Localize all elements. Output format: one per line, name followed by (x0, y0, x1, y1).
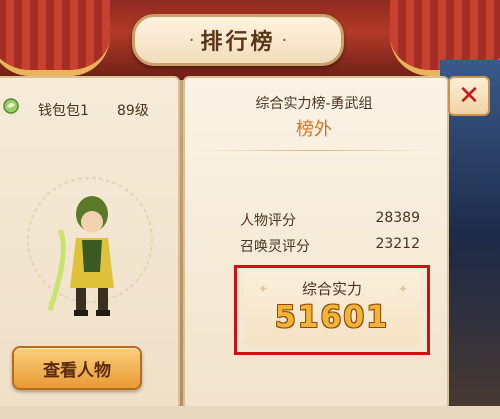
stat-label-character: 人物评分 (240, 213, 296, 229)
left-curtain-decoration (0, 0, 110, 76)
character-avatar[interactable] (20, 160, 160, 340)
stat-value-character: 28389 (375, 210, 420, 226)
leaf-pet-icon (3, 98, 19, 114)
bottom-list-strip (0, 406, 500, 419)
ranking-divider (200, 150, 428, 151)
player-level: 89级 (117, 103, 149, 119)
page-title-char-1: 排 (200, 30, 226, 55)
ranking-board-title: 综合实力榜-勇武组 (255, 96, 373, 112)
page-title-char-2: 行 (225, 30, 251, 55)
title-dot-right: · (281, 29, 288, 51)
total-power-highlight (234, 265, 430, 355)
page-title-char-3: 榜 (250, 30, 276, 55)
stat-value-summon: 23212 (375, 236, 420, 252)
close-button[interactable]: ✕ (448, 76, 490, 116)
stat-label-summon: 召唤灵评分 (240, 239, 310, 255)
close-icon: ✕ (458, 81, 480, 111)
ranking-status: 榜外 (296, 119, 332, 140)
title-plaque: · 排 行 榜 · (132, 14, 344, 66)
player-name: 钱包包1 (38, 103, 89, 119)
view-character-button[interactable]: 查看人物 (12, 346, 142, 390)
title-dot-left: · (188, 29, 195, 51)
